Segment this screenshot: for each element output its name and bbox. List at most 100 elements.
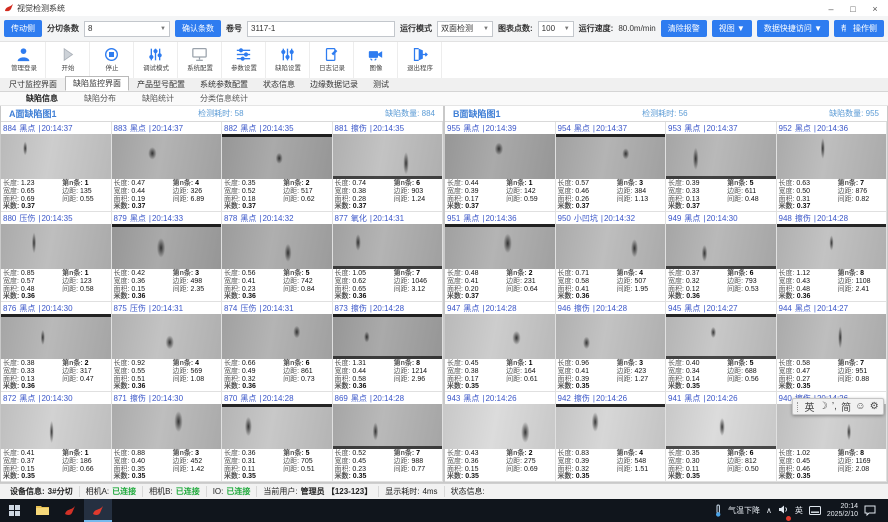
keyboard-icon[interactable] bbox=[809, 506, 821, 515]
defect-image bbox=[1, 134, 111, 179]
main-tab-3[interactable]: 系统参数配置 bbox=[193, 78, 255, 91]
ime-language-indicator[interactable]: 英 bbox=[795, 505, 803, 516]
ime-item-4[interactable]: ☺ bbox=[855, 401, 865, 412]
main-tab-4[interactable]: 状态信息 bbox=[256, 78, 302, 91]
defect-cell[interactable]: 879 黑点 20:14:33 长度: 0.42 宽度: 0.36 面积: 0.… bbox=[112, 212, 223, 302]
maximize-button[interactable]: □ bbox=[842, 2, 864, 16]
defect-cell[interactable]: 877 氧化 20:14:31 长度: 1.05 宽度: 0.62 面积: 0.… bbox=[333, 212, 444, 302]
cell-length: 0.39 bbox=[686, 180, 700, 187]
defect-type: 擦伤 bbox=[351, 123, 367, 134]
defect-settings-button[interactable]: 缺陷设置 bbox=[266, 42, 310, 78]
defect-cell[interactable]: 873 擦伤 20:14:28 长度: 1.31 宽度: 0.44 面积: 0.… bbox=[333, 302, 444, 392]
inspection-app-taskbar-button[interactable] bbox=[84, 499, 112, 522]
defect-cell[interactable]: 945 黑点 20:14:27 长度: 0.40 宽度: 0.34 面积: 0.… bbox=[666, 302, 777, 392]
confirm-count-button[interactable]: 确认条数 bbox=[175, 20, 221, 37]
tray-expand-icon[interactable]: ∧ bbox=[766, 506, 772, 515]
ime-item-2[interactable]: ’, bbox=[832, 401, 837, 412]
defect-cell[interactable]: 952 黑点 20:14:36 长度: 0.63 宽度: 0.50 面积: 0.… bbox=[777, 122, 888, 212]
volume-button[interactable] bbox=[778, 502, 789, 520]
drive-side-button[interactable]: 传动侧 bbox=[4, 20, 42, 37]
main-tab-6[interactable]: 测试 bbox=[366, 78, 396, 91]
defect-cell[interactable]: 872 黑点 20:14:30 长度: 0.41 宽度: 0.37 面积: 0.… bbox=[1, 392, 112, 482]
defect-cell[interactable]: 941 黑点 20:14:26 长度: 0.35 宽度: 0.30 面积: 0.… bbox=[666, 392, 777, 482]
stop-button[interactable]: 停止 bbox=[90, 42, 134, 78]
sub-tab-2[interactable]: 缺陷统计 bbox=[142, 93, 174, 104]
defect-cell[interactable]: 944 黑点 20:14:27 长度: 0.58 宽度: 0.47 面积: 0.… bbox=[777, 302, 888, 392]
sliders-horizontal-icon bbox=[235, 47, 252, 62]
sub-tab-0[interactable]: 缺陷信息 bbox=[26, 93, 58, 104]
toolbar-button-2[interactable]: 数据快捷访问 ▼ bbox=[757, 20, 829, 37]
debug-mode-button[interactable]: 调试模式 bbox=[134, 42, 178, 78]
cell-area: 0.31 bbox=[796, 196, 810, 203]
log-record-button[interactable]: 日志记录 bbox=[310, 42, 354, 78]
toolbar-button-1[interactable]: 视图 ▼ bbox=[712, 20, 752, 37]
param-settings-button[interactable]: 参数设置 bbox=[222, 42, 266, 78]
minimize-button[interactable]: – bbox=[820, 2, 842, 16]
cell-meters: 0.37 bbox=[686, 203, 700, 210]
defect-cell[interactable]: 876 黑点 20:14:30 长度: 0.38 宽度: 0.33 面积: 0.… bbox=[1, 302, 112, 392]
admin-login-button[interactable]: 管理登录 bbox=[2, 42, 46, 78]
defect-cell[interactable]: 870 黑点 20:14:28 长度: 0.36 宽度: 0.31 面积: 0.… bbox=[222, 392, 333, 482]
defect-cell[interactable]: 871 擦伤 20:14:30 长度: 0.88 宽度: 0.40 面积: 0.… bbox=[112, 392, 223, 482]
defect-type: 黑点 bbox=[463, 213, 479, 224]
system-config-button[interactable]: 系统配置 bbox=[178, 42, 222, 78]
taskbar-clock[interactable]: 20:14 2025/2/10 bbox=[827, 503, 858, 519]
roll-number-input[interactable]: 3117-1 bbox=[247, 21, 395, 37]
ime-drag-handle[interactable] bbox=[797, 402, 800, 412]
file-explorer-button[interactable] bbox=[28, 499, 56, 522]
defect-cell[interactable]: 953 黑点 20:14:37 长度: 0.39 宽度: 0.33 面积: 0.… bbox=[666, 122, 777, 212]
defect-cell[interactable]: 950 小凹坑 20:14:32 长度: 0.71 宽度: 0.58 面积: 0… bbox=[556, 212, 667, 302]
defect-cell[interactable]: 883 黑点 20:14:37 长度: 0.47 宽度: 0.44 面积: 0.… bbox=[112, 122, 223, 212]
cell-width: 0.33 bbox=[686, 188, 700, 195]
defect-time: 20:14:30 bbox=[703, 214, 737, 223]
run-mode-select[interactable]: 双面检测▼ bbox=[437, 21, 493, 37]
defect-cell[interactable]: 878 黑点 20:14:32 长度: 0.56 宽度: 0.41 面积: 0.… bbox=[222, 212, 333, 302]
main-tab-1[interactable]: 缺陷监控界面 bbox=[65, 76, 129, 91]
defect-cell[interactable]: 946 擦伤 20:14:28 长度: 0.96 宽度: 0.41 面积: 0.… bbox=[556, 302, 667, 392]
cell-margin: 317 bbox=[80, 368, 92, 375]
defect-time: 20:14:30 bbox=[149, 394, 183, 403]
start-button[interactable] bbox=[0, 499, 28, 522]
split-count-select[interactable]: 8▼ bbox=[84, 21, 170, 37]
operator-side-button[interactable]: 操作侧 bbox=[846, 20, 884, 37]
defect-cell[interactable]: 955 黑点 20:14:39 长度: 0.44 宽度: 0.39 面积: 0.… bbox=[445, 122, 556, 212]
ime-item-5[interactable]: ⚙ bbox=[870, 401, 879, 412]
thermometer-icon[interactable] bbox=[714, 504, 722, 517]
defect-cell[interactable]: 882 黑点 20:14:35 长度: 0.35 宽度: 0.52 面积: 0.… bbox=[222, 122, 333, 212]
defect-cell[interactable]: 949 黑点 20:14:30 长度: 0.37 宽度: 0.32 面积: 0.… bbox=[666, 212, 777, 302]
start-button[interactable]: 开始 bbox=[46, 42, 90, 78]
chart-points-select[interactable]: 100▼ bbox=[538, 21, 574, 37]
defect-cell[interactable]: 881 擦伤 20:14:35 长度: 0.74 宽度: 0.38 面积: 0.… bbox=[333, 122, 444, 212]
defect-cell[interactable]: 947 黑点 20:14:28 长度: 0.45 宽度: 0.38 面积: 0.… bbox=[445, 302, 556, 392]
defect-cell-header: 875 压伤 20:14:31 bbox=[112, 302, 222, 314]
defect-cell[interactable]: 874 压伤 20:14:31 长度: 0.66 宽度: 0.49 面积: 0.… bbox=[222, 302, 333, 392]
main-tab-2[interactable]: 产品型号配置 bbox=[130, 78, 192, 91]
defect-cell[interactable]: 948 擦伤 20:14:28 长度: 1.12 宽度: 0.43 面积: 0.… bbox=[777, 212, 888, 302]
defect-cell[interactable]: 951 黑点 20:14:36 长度: 0.48 宽度: 0.41 面积: 0.… bbox=[445, 212, 556, 302]
defect-cell[interactable]: 954 黑点 20:14:37 长度: 0.57 宽度: 0.46 面积: 0.… bbox=[556, 122, 667, 212]
ime-item-1[interactable]: ☽ bbox=[819, 401, 828, 412]
sub-tab-3[interactable]: 分类信息统计 bbox=[200, 93, 248, 104]
action-center-icon[interactable] bbox=[864, 505, 876, 516]
app-taskbar-button[interactable] bbox=[56, 499, 84, 522]
cell-gap: 0.58 bbox=[80, 286, 94, 293]
image-button[interactable]: 图像 bbox=[354, 42, 398, 78]
defect-cell[interactable]: 869 黑点 20:14:28 长度: 0.52 宽度: 0.45 面积: 0.… bbox=[333, 392, 444, 482]
weather-text[interactable]: 气温下降 bbox=[728, 505, 760, 516]
main-tab-0[interactable]: 尺寸监控界面 bbox=[2, 78, 64, 91]
defect-meta: 长度: 1.23 宽度: 0.65 面积: 0.69 米数: 0.37 第n条:… bbox=[1, 179, 111, 212]
toolbar-button-0[interactable]: 清除报警 bbox=[661, 20, 707, 37]
ime-item-0[interactable]: 英 bbox=[804, 399, 814, 414]
cell-margin: 142 bbox=[524, 188, 536, 195]
ime-item-3[interactable]: 简 bbox=[841, 399, 851, 414]
cell-gap: 0.50 bbox=[745, 466, 759, 473]
sub-tab-1[interactable]: 缺陷分布 bbox=[84, 93, 116, 104]
defect-cell[interactable]: 884 黑点 20:14:37 长度: 1.23 宽度: 0.65 面积: 0.… bbox=[1, 122, 112, 212]
main-tab-5[interactable]: 边缘数据记录 bbox=[303, 78, 365, 91]
defect-cell[interactable]: 943 黑点 20:14:26 长度: 0.43 宽度: 0.36 面积: 0.… bbox=[445, 392, 556, 482]
defect-cell[interactable]: 880 压伤 20:14:35 长度: 0.85 宽度: 0.57 面积: 0.… bbox=[1, 212, 112, 302]
exit-program-button[interactable]: 退出程序 bbox=[398, 42, 442, 78]
defect-cell[interactable]: 875 压伤 20:14:31 长度: 0.92 宽度: 0.55 面积: 0.… bbox=[112, 302, 223, 392]
close-button[interactable]: × bbox=[864, 2, 886, 16]
defect-cell[interactable]: 942 擦伤 20:14:26 长度: 0.83 宽度: 0.39 面积: 0.… bbox=[556, 392, 667, 482]
